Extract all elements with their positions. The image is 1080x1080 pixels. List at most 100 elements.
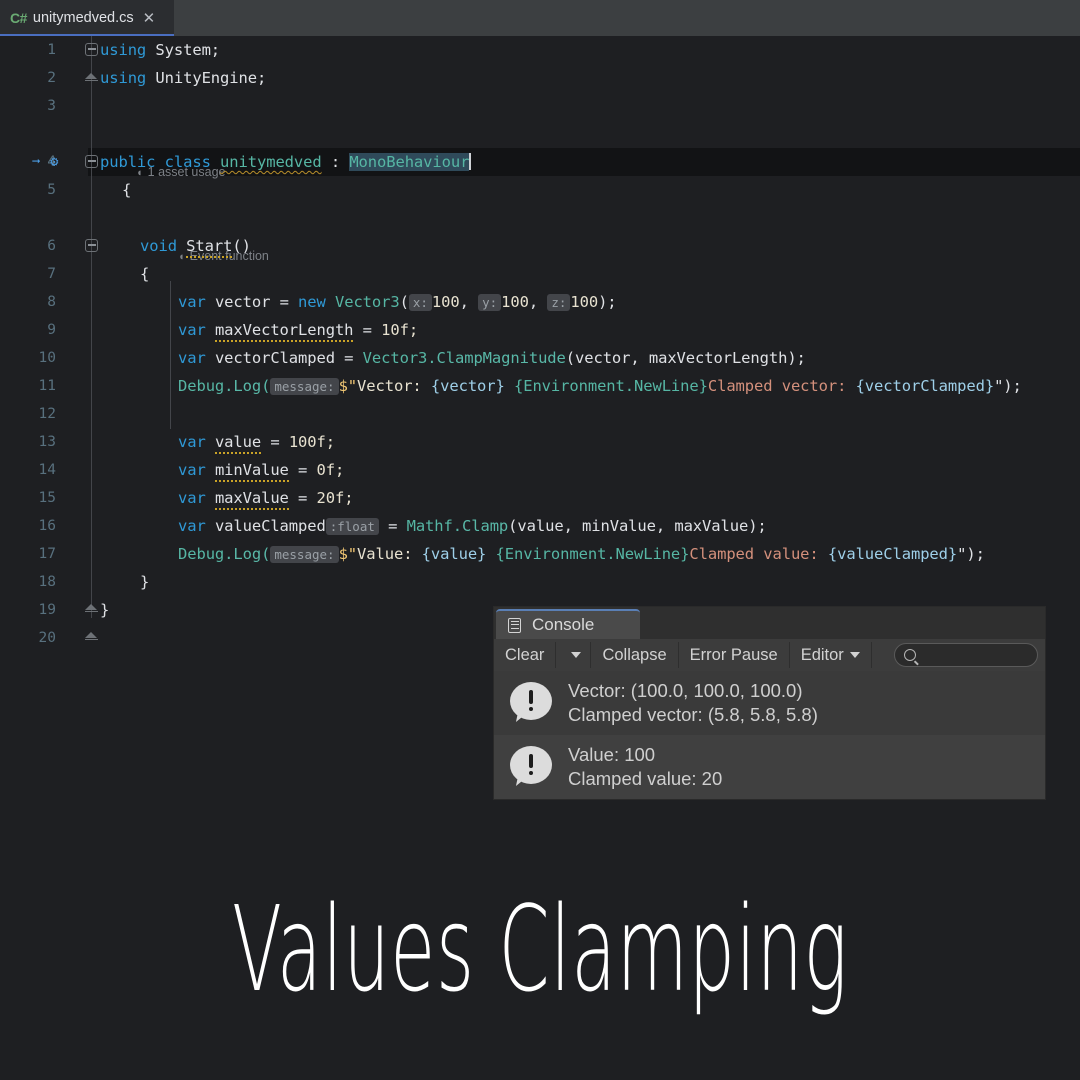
line-number: 10 (38, 350, 56, 366)
console-log-entry[interactable]: Value: 100 Clamped value: 20 (494, 735, 1045, 799)
fold-marker-collapse[interactable] (85, 155, 99, 169)
fold-marker-end[interactable] (85, 631, 99, 645)
editor-tab-bar: C# unitymedved.cs ✕ (0, 0, 1080, 37)
console-icon (508, 617, 523, 633)
code-line-8: var vector = new Vector3(x: 100, y: 100, z… (178, 293, 617, 311)
token-string-end: "); (957, 545, 985, 563)
fold-marker-collapse[interactable] (85, 239, 99, 253)
unity-console-window[interactable]: Console Clear Collapse Error Pause Edito… (494, 607, 1045, 799)
token-number: 100 (501, 293, 529, 311)
inlay-hint-type: :float (325, 518, 379, 535)
log-entry-text: Value: 100 Clamped value: 20 (568, 743, 722, 791)
token-keyword: new (298, 293, 326, 311)
close-icon[interactable]: ✕ (143, 11, 156, 26)
token-keyword: using (100, 69, 147, 87)
token-identifier: maxVectorLength (214, 321, 354, 342)
token-interpolation: {valueClamped} (827, 545, 958, 563)
console-toolbar[interactable]: Clear Collapse Error Pause Editor (494, 639, 1045, 671)
fold-marker-end[interactable] (85, 603, 99, 617)
token-brace: } (140, 573, 150, 591)
text-caret (469, 153, 471, 170)
console-log-list[interactable]: Vector: (100.0, 100.0, 100.0) Clamped ve… (494, 671, 1045, 799)
console-search-input[interactable] (894, 643, 1038, 667)
line-number: 14 (38, 462, 56, 478)
token-number: 100 (570, 293, 599, 311)
log-entry-text: Vector: (100.0, 100.0, 100.0) Clamped ve… (568, 679, 818, 727)
log-line-2: Clamped value: 20 (568, 768, 723, 789)
token-method: .Log( (224, 377, 271, 395)
console-log-entry[interactable]: Vector: (100.0, 100.0, 100.0) Clamped ve… (494, 671, 1045, 735)
code-line-16: var valueClamped:float = Mathf.Clamp(val… (178, 517, 767, 535)
inlay-hint-message: message: (270, 378, 339, 395)
app-root: C# unitymedved.cs ✕ 1 2 3 4 5 6 7 8 9 10… (0, 0, 1080, 1080)
token-type: Vector3 (362, 349, 428, 367)
code-editor[interactable]: 1 2 3 4 5 6 7 8 9 10 11 12 13 14 15 16 1… (0, 36, 1080, 646)
token-number: 10f; (381, 321, 419, 339)
token-number: 0f; (316, 461, 345, 479)
token-keyword: var (178, 461, 206, 479)
token-identifier: System; (146, 41, 221, 59)
token-type: Vector3 (334, 293, 400, 311)
line-number: 5 (47, 182, 56, 198)
code-line-15: var maxValue = 20f; (178, 484, 354, 512)
tab-console[interactable]: Console (496, 609, 640, 639)
search-icon (904, 649, 916, 661)
error-pause-button[interactable]: Error Pause (679, 642, 790, 668)
token-base-class: MonoBehaviour (349, 153, 470, 171)
token-keyword: var (178, 321, 206, 339)
token-brace: { (140, 265, 150, 283)
fold-marker-collapse[interactable] (85, 43, 99, 57)
token-keyword: var (178, 293, 206, 311)
token-interpolation: {Environment.NewLine} (513, 377, 708, 395)
token-number: 100f; (288, 433, 335, 451)
token-string-start: $" (338, 377, 358, 395)
token-class-name: unitymedved (220, 153, 322, 171)
clear-button[interactable]: Clear (494, 642, 557, 668)
token-string: Clamped vector: (707, 377, 856, 395)
code-line-2: using UnityEngine; (100, 64, 266, 92)
line-number: 20 (38, 630, 56, 646)
fold-marker-end[interactable] (85, 72, 99, 86)
code-line-5: { (122, 176, 131, 204)
line-number: 1 (47, 42, 56, 58)
log-line-1: Value: 100 (568, 744, 656, 765)
code-line-9: var maxVectorLength = 10f; (178, 316, 418, 344)
code-line-11: Debug.Log(message: $"Vector: {vector} {En… (178, 372, 1022, 401)
indent-guide (170, 281, 171, 429)
token-args: (value, minValue, maxValue); (508, 517, 767, 535)
fold-rail (91, 36, 92, 618)
token-method-name: Start (186, 237, 232, 258)
line-number: 17 (38, 546, 56, 562)
inlay-hint-z: z: (547, 294, 571, 311)
implementations-icon[interactable]: ⚙ (50, 148, 58, 176)
token-type: Mathf (406, 517, 453, 535)
csharp-file-icon: C# (10, 10, 27, 26)
clear-dropdown-button[interactable] (556, 642, 592, 668)
log-message-icon (510, 682, 554, 724)
token-punct: : (330, 153, 341, 171)
tab-unitymedved-cs[interactable]: C# unitymedved.cs ✕ (0, 0, 174, 36)
token-interpolation: {value} (421, 545, 487, 563)
line-number: 2 (47, 70, 56, 86)
token-number: 100 (431, 293, 460, 311)
navigate-icon[interactable]: ➞ (32, 148, 40, 176)
token-type: Debug (178, 377, 225, 395)
token-keyword: var (178, 489, 206, 507)
chevron-down-icon (571, 652, 582, 658)
line-number: 9 (47, 322, 56, 338)
code-line-7: { (140, 260, 149, 288)
token-identifier: vector (214, 293, 271, 311)
line-number: 18 (38, 574, 56, 590)
line-number: 4 (47, 154, 56, 170)
line-number: 19 (38, 602, 56, 618)
token-string (505, 377, 514, 395)
token-identifier: vectorClamped (214, 349, 335, 367)
code-line-18: } (140, 568, 149, 596)
code-line-1: using System; (100, 36, 220, 64)
code-line-4: public class unitymedved : MonoBehaviour (100, 148, 471, 176)
console-tab-strip: Console (494, 607, 1045, 639)
collapse-button[interactable]: Collapse (591, 642, 679, 668)
code-line-13: var value = 100f; (178, 428, 335, 456)
editor-dropdown-button[interactable]: Editor (790, 642, 872, 668)
line-number: 6 (47, 238, 56, 254)
